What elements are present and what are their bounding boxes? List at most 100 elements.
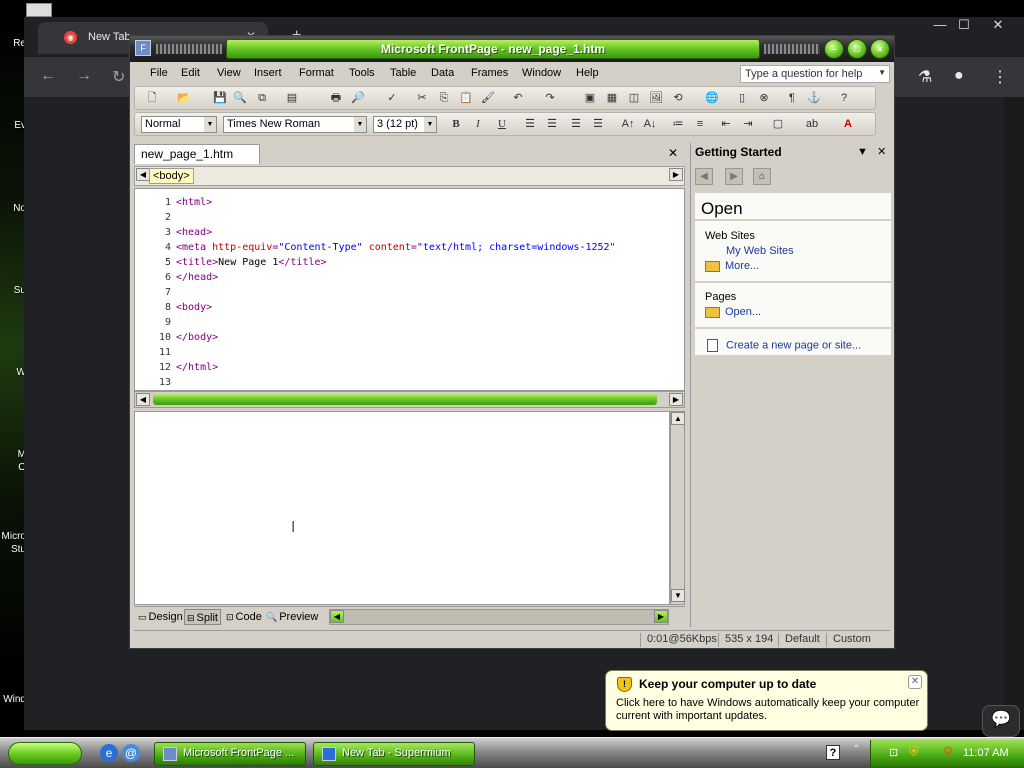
align-center-icon[interactable]: ☰ [543, 116, 561, 132]
back-icon[interactable]: ◀ [695, 168, 713, 185]
scroll-right-icon[interactable]: ▶ [669, 393, 683, 406]
clock[interactable]: 11:07 AM [963, 747, 1009, 759]
bold-button[interactable]: B [447, 116, 465, 132]
web-component-icon[interactable]: ▤ [283, 90, 301, 106]
ie-icon[interactable]: e [100, 744, 118, 762]
help-icon[interactable]: ? [826, 745, 840, 760]
open-folder-icon[interactable]: 📂 [175, 90, 193, 106]
profile-icon[interactable]: ● [954, 67, 964, 85]
size-select[interactable]: 3 (12 pt) ▼ [373, 116, 437, 133]
tag-right-arrow-icon[interactable]: ▶ [669, 168, 683, 181]
labs-icon[interactable]: ⚗ [918, 67, 932, 87]
format-painter-icon[interactable]: 🖌 [479, 90, 497, 106]
menu-item[interactable]: Tools [349, 67, 375, 79]
stop-icon[interactable]: ⊗ [755, 90, 773, 106]
highlight-icon[interactable]: ab [803, 116, 821, 132]
menu-item[interactable]: Frames [471, 67, 508, 79]
menu-item[interactable]: Format [299, 67, 334, 79]
scroll-up-icon[interactable]: ▲ [671, 412, 685, 425]
undo-icon[interactable]: ↶ [509, 90, 527, 106]
desktop-icon-label[interactable]: Re [0, 38, 26, 49]
tag-left-arrow-icon[interactable]: ◀ [136, 168, 150, 181]
bullet-list-icon[interactable]: ≡ [691, 116, 709, 132]
view-tab-code[interactable]: ⊡ Code [224, 609, 264, 625]
code-editor[interactable]: 1 <html> 2 3 <head> 4 <meta http-equiv="Conten… [134, 188, 685, 391]
font-select[interactable]: Times New Roman ▼ [223, 116, 367, 133]
scroll-left-icon[interactable]: ◀ [330, 610, 344, 623]
desktop-icon-label[interactable]: O [0, 462, 26, 473]
style-select[interactable]: Normal ▼ [141, 116, 217, 133]
document-tab[interactable]: new_page_1.htm [134, 144, 260, 164]
browser-maximize-button[interactable]: ☐ [948, 17, 980, 33]
more-link[interactable]: More... [705, 260, 759, 272]
chat-icon[interactable]: 💬 [982, 705, 1020, 737]
title-bar[interactable]: F Microsoft FrontPage - new_page_1.htm –… [130, 36, 894, 62]
desktop-icon-label[interactable]: Micro [0, 531, 26, 542]
body-tag-button[interactable]: <body> [149, 168, 194, 184]
scroll-down-icon[interactable]: ▼ [671, 589, 685, 602]
close-button[interactable]: × [870, 39, 890, 59]
question-box[interactable]: Type a question for help ▼ [740, 65, 890, 83]
back-icon[interactable]: ← [40, 67, 56, 85]
menu-item[interactable]: Insert [254, 67, 282, 79]
scroll-left-icon[interactable]: ◀ [136, 393, 150, 406]
justify-icon[interactable]: ☰ [589, 116, 607, 132]
search-icon[interactable]: 🔍 [231, 90, 249, 106]
desktop-icon-label[interactable]: Ev [0, 120, 26, 131]
reload-icon[interactable]: ↻ [112, 67, 125, 87]
scroll-thumb[interactable] [153, 394, 657, 405]
view-tab-split[interactable]: ⊟ Split [184, 609, 221, 625]
decrease-indent-icon[interactable]: ⇤ [717, 116, 735, 132]
desktop-icon-image[interactable] [26, 3, 52, 17]
start-button[interactable] [8, 742, 82, 765]
page-icon[interactable]: ▯ [733, 90, 751, 106]
menu-item[interactable]: Table [390, 67, 416, 79]
code-horizontal-scrollbar[interactable]: ◀ ▶ [134, 391, 685, 408]
desktop-icon-label[interactable]: W [0, 367, 26, 378]
minimize-button[interactable]: – [824, 39, 844, 59]
design-view[interactable]: I [134, 411, 670, 605]
menu-item[interactable]: Window [522, 67, 561, 79]
anchor-icon[interactable]: ⚓ [805, 90, 823, 106]
network-icon[interactable]: ⊡ [889, 746, 898, 759]
view-tab-preview[interactable]: 🔍 Preview [264, 609, 320, 625]
paste-icon[interactable]: 📋 [457, 90, 475, 106]
pilcrow-icon[interactable]: ¶ [783, 90, 801, 106]
copy-icon[interactable]: ⎘ [435, 90, 453, 106]
security-shield-icon[interactable]: ⛨ [909, 744, 919, 760]
my-web-sites-link[interactable]: My Web Sites [726, 245, 794, 257]
design-vertical-scrollbar[interactable]: ▲ ▼ [670, 411, 685, 605]
redo-icon[interactable]: ↷ [541, 90, 559, 106]
save-icon[interactable]: 💾 [211, 90, 229, 106]
menu-item[interactable]: View [217, 67, 241, 79]
view-horizontal-scrollbar[interactable]: ◀ ▶ [329, 609, 669, 625]
chevron-up-icon[interactable]: ⌃ [852, 744, 860, 755]
maximize-button[interactable]: □ [847, 39, 867, 59]
update-notification[interactable]: ! Keep your computer up to date ✕ Click … [605, 670, 928, 731]
browser-scrollbar[interactable] [1004, 97, 1024, 730]
close-icon[interactable]: ✕ [877, 146, 886, 158]
preview-icon[interactable]: 🔎 [349, 90, 367, 106]
forward-icon[interactable]: ▶ [725, 168, 743, 185]
desktop-icon-label[interactable]: Stu [0, 544, 26, 555]
desktop-icon-label[interactable]: M [0, 449, 26, 460]
email-icon[interactable]: @ [122, 744, 140, 762]
home-icon[interactable]: ⌂ [753, 168, 771, 185]
scroll-right-icon[interactable]: ▶ [654, 610, 668, 623]
help-icon[interactable]: ? [835, 90, 853, 106]
chevron-down-icon[interactable]: ▼ [857, 146, 868, 158]
increase-indent-icon[interactable]: ⇥ [739, 116, 757, 132]
close-icon[interactable]: ✕ [908, 675, 922, 689]
hyperlink-icon[interactable]: 🌐 [703, 90, 721, 106]
close-document-icon[interactable]: ✕ [668, 146, 678, 160]
draw-layer-icon[interactable]: ◫ [625, 90, 643, 106]
desktop-icon-label[interactable]: Su [0, 285, 26, 296]
view-tab-design[interactable]: ▭ Design [136, 609, 185, 625]
insert-picture-icon[interactable]: 🖼 [647, 90, 665, 106]
frontpage-app-icon[interactable]: F [135, 40, 151, 56]
search-tray-icon[interactable]: ⚲ [943, 744, 953, 760]
cut-icon[interactable]: ✂ [413, 90, 431, 106]
italic-button[interactable]: I [469, 116, 487, 132]
menu-item[interactable]: File [150, 67, 168, 79]
font-color-icon[interactable]: A [839, 116, 857, 132]
